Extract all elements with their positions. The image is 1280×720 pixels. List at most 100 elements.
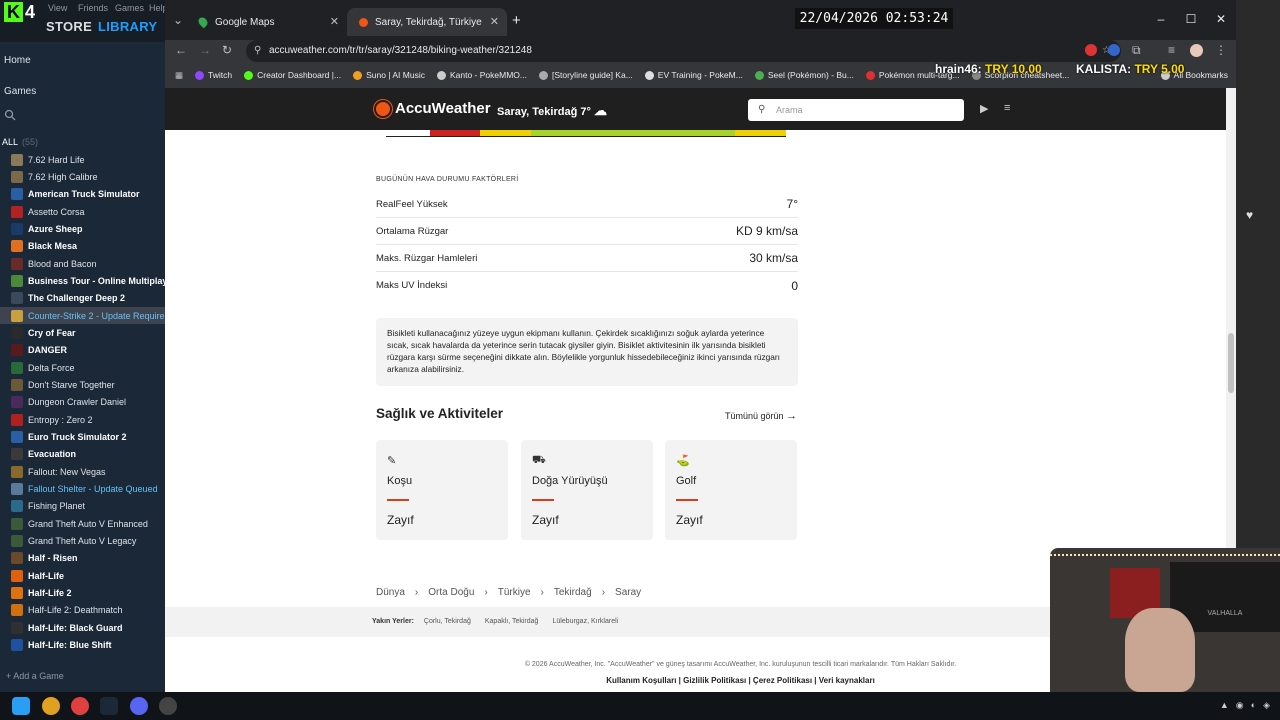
menu-friends[interactable]: Friends (78, 3, 108, 13)
windows-start-icon[interactable] (12, 697, 30, 715)
hamburger-menu-icon[interactable]: ≡ (1004, 102, 1010, 114)
breadcrumb-item[interactable]: Türkiye (498, 587, 531, 598)
game-list-item[interactable]: Half-Life: Blue Shift (0, 636, 165, 653)
maximize-icon[interactable]: ☐ (1176, 12, 1206, 26)
bookmark-item[interactable]: Twitch (195, 70, 232, 80)
search-icon[interactable] (4, 109, 16, 121)
game-list-item[interactable]: Half-Life 2: Deathmatch (0, 602, 165, 619)
game-list-item[interactable]: DANGER (0, 342, 165, 359)
game-list-item[interactable]: Blood and Bacon (0, 255, 165, 272)
tray-icon[interactable]: ◉ (1236, 700, 1244, 711)
see-all-link[interactable]: Tümünü görün → (725, 410, 797, 422)
bookmark-item[interactable]: Creator Dashboard |... (244, 70, 341, 80)
breadcrumb-item[interactable]: Dünya (376, 587, 405, 598)
game-list-item[interactable]: Evacuation (0, 446, 165, 463)
tab-accuweather[interactable]: Saray, Tekirdağ, Türkiye Bisiklet ✕ (347, 8, 507, 36)
add-game-button[interactable]: + Add a Game (6, 671, 64, 681)
games-dropdown[interactable]: Games (4, 86, 36, 97)
game-list-item[interactable]: Black Mesa (0, 238, 165, 255)
game-list-item[interactable]: American Truck Simulator (0, 186, 165, 203)
game-list-item[interactable]: Azure Sheep (0, 220, 165, 237)
game-list-item[interactable]: Fallout Shelter - Update Queued (0, 480, 165, 497)
menu-icon[interactable]: ⋮ (1215, 43, 1227, 57)
forecast-bar-segment (430, 130, 480, 136)
close-window-icon[interactable]: ✕ (1206, 12, 1236, 26)
home-link[interactable]: Home (4, 55, 31, 66)
bookmark-item[interactable]: EV Training - PokeM... (644, 70, 743, 80)
extension-icon[interactable] (1108, 44, 1120, 56)
game-list-item[interactable]: Half-Life 2 (0, 584, 165, 601)
all-games-header[interactable]: ALL (55) (2, 137, 38, 147)
reload-icon[interactable]: ↻ (222, 43, 232, 57)
accuweather-logo[interactable]: AccuWeather (376, 100, 491, 117)
apps-grid-icon[interactable]: ▦ (175, 70, 183, 81)
tray-icon[interactable]: ◐ (1251, 700, 1256, 711)
activity-card-running[interactable]: ✎ Koşu Zayıf (376, 440, 508, 540)
scrollbar-thumb[interactable] (1228, 333, 1234, 393)
discord-icon[interactable] (130, 697, 148, 715)
game-list-item[interactable]: The Challenger Deep 2 (0, 290, 165, 307)
chevron-right-icon: › (540, 587, 544, 598)
close-icon[interactable]: ✕ (490, 15, 499, 28)
nearby-link[interactable]: Lüleburgaz, Kırklareli (552, 618, 618, 625)
address-bar[interactable]: ⚲ accuweather.com/tr/tr/saray/321248/bik… (246, 40, 1121, 62)
forward-icon[interactable]: → (199, 43, 211, 57)
bookmark-item[interactable]: Seel (Pokémon) - Bu... (754, 70, 854, 80)
close-icon[interactable]: ✕ (330, 15, 339, 28)
game-list-item[interactable]: Grand Theft Auto V Legacy (0, 532, 165, 549)
game-list-item[interactable]: Dungeon Crawler Daniel (0, 394, 165, 411)
reading-list-icon[interactable]: ≡ (1168, 43, 1175, 57)
game-list-item[interactable]: Fallout: New Vegas (0, 463, 165, 480)
game-list-item[interactable]: Half-Life (0, 567, 165, 584)
menu-games[interactable]: Games (115, 3, 144, 13)
extensions-puzzle-icon[interactable]: ⧉ (1132, 43, 1141, 58)
back-icon[interactable]: ← (175, 43, 187, 57)
game-list-item[interactable]: Euro Truck Simulator 2 (0, 428, 165, 445)
bookmark-item[interactable]: Suno | AI Music (353, 70, 425, 80)
tray-icon[interactable]: ◈ (1263, 700, 1270, 711)
game-list-item[interactable]: Assetto Corsa (0, 203, 165, 220)
breadcrumb-item[interactable]: Orta Doğu (428, 587, 474, 598)
game-list-item[interactable]: Grand Theft Auto V Enhanced (0, 515, 165, 532)
game-icon (11, 621, 23, 634)
game-list-item[interactable]: Delta Force (0, 359, 165, 376)
breadcrumb-item[interactable]: Saray (615, 587, 641, 598)
game-list-item[interactable]: Half - Risen (0, 550, 165, 567)
steam-icon[interactable] (100, 697, 118, 715)
menu-view[interactable]: View (48, 3, 67, 13)
game-list-item[interactable]: Don't Starve Together (0, 376, 165, 393)
site-info-icon[interactable]: ⚲ (254, 40, 261, 62)
nearby-link[interactable]: Kapaklı, Tekirdağ (485, 618, 539, 625)
game-title: Azure Sheep (28, 223, 83, 234)
game-list-item[interactable]: Cry of Fear (0, 324, 165, 341)
game-list-item[interactable]: Entropy : Zero 2 (0, 411, 165, 428)
game-list-item[interactable]: Fishing Planet (0, 498, 165, 515)
extension-icon[interactable] (1085, 44, 1097, 56)
chrome-icon[interactable] (42, 697, 60, 715)
bookmark-item[interactable]: [Storyline guide] Ka... (538, 70, 633, 80)
tab-search-icon[interactable]: ⌄ (173, 13, 183, 27)
tab-store[interactable]: STORE (46, 19, 92, 34)
tray-icon[interactable]: ▲ (1220, 700, 1229, 711)
game-list-item[interactable]: Business Tour - Online Multiplayer (0, 272, 165, 289)
nearby-link[interactable]: Çorlu, Tekirdağ (424, 618, 471, 625)
avatar[interactable] (1190, 44, 1203, 57)
new-tab-button[interactable]: + (512, 12, 521, 29)
game-list-item[interactable]: Counter-Strike 2 - Update Required (0, 306, 165, 325)
current-location[interactable]: Saray, Tekirdağ 7° ☁ (497, 103, 607, 119)
game-icon (11, 430, 23, 443)
tab-google-maps[interactable]: Google Maps ✕ (187, 8, 347, 36)
breadcrumb-item[interactable]: Tekirdağ (554, 587, 592, 598)
bookmark-item[interactable]: Kanto - PokeMMO... (436, 70, 527, 80)
game-list-item[interactable]: 7.62 High Calibre (0, 168, 165, 185)
app-icon[interactable] (71, 697, 89, 715)
game-list-item[interactable]: 7.62 Hard Life (0, 151, 165, 168)
game-list-item[interactable]: Half-Life: Black Guard (0, 619, 165, 636)
activity-card-golf[interactable]: ⛳ Golf Zayıf (665, 440, 797, 540)
video-icon[interactable]: ▶ (980, 102, 988, 115)
activity-card-hiking[interactable]: ⛟ Doğa Yürüyüşü Zayıf (521, 440, 653, 540)
obs-icon[interactable] (159, 697, 177, 715)
minimize-icon[interactable]: – (1146, 12, 1176, 26)
tab-library[interactable]: LIBRARY (98, 19, 157, 34)
search-input[interactable]: ⚲ Arama (748, 99, 964, 121)
